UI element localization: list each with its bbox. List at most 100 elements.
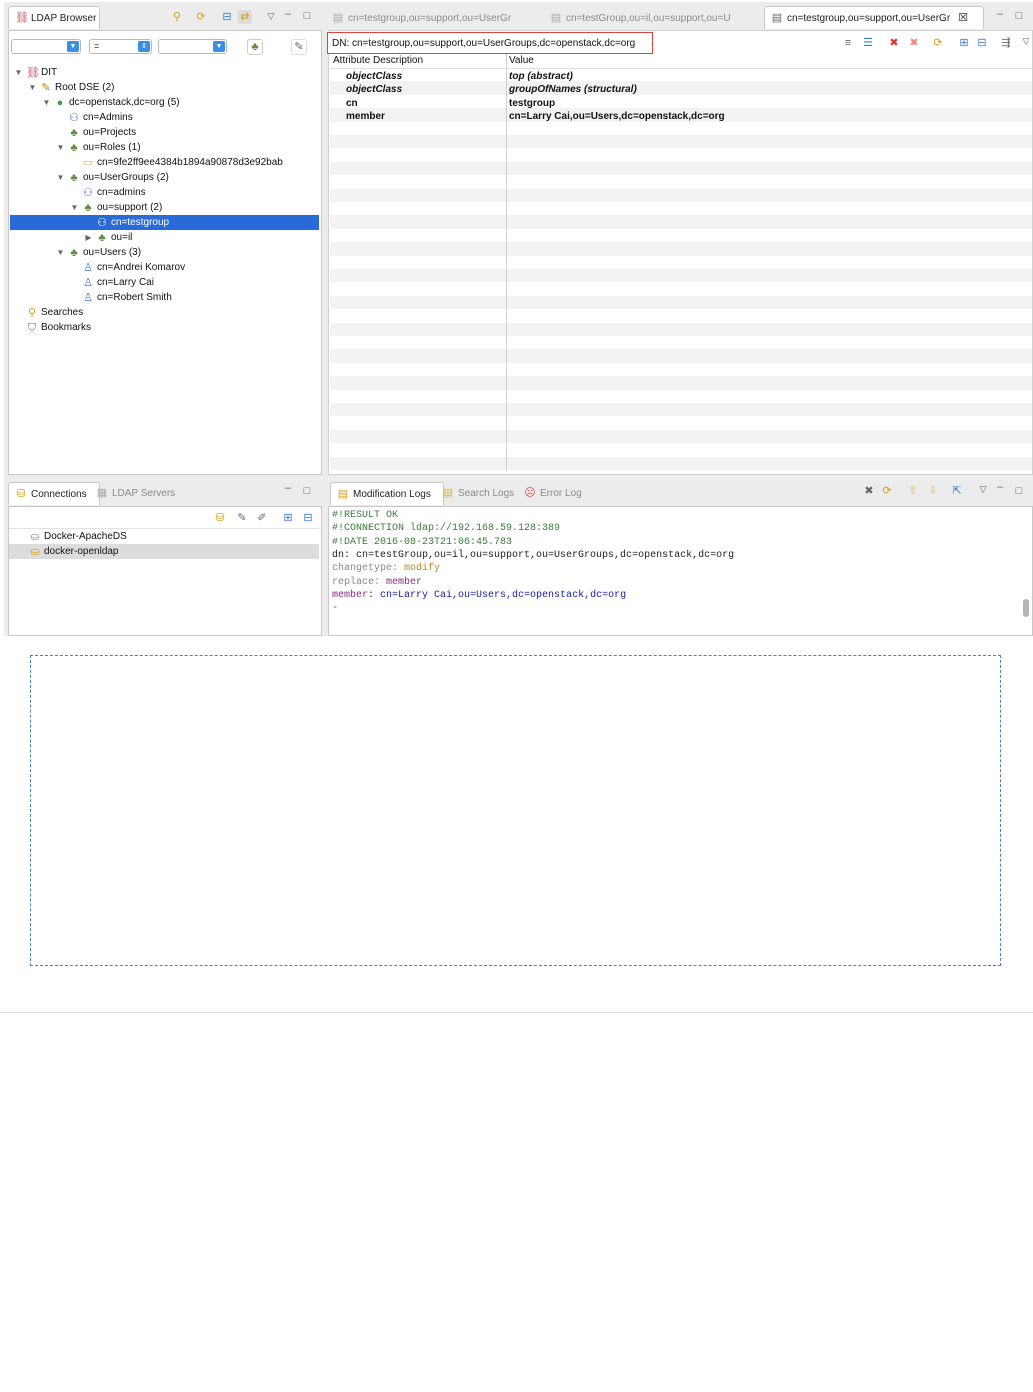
collapse-all-icon[interactable]: ⊟ [301,511,315,525]
tab-connections[interactable]: ⛁ Connections [8,482,100,505]
expanded-triangle-icon[interactable]: ▼ [14,65,23,80]
expanded-triangle-icon[interactable]: ▼ [56,170,65,185]
grid-empty-row [330,68,1032,82]
tab-modification-logs[interactable]: ▤ Modification Logs [330,482,444,505]
arrow-up-icon[interactable]: ⇧ [906,484,920,498]
editor-tab-2[interactable]: ▤ cn=testGroup,ou=il,ou=support,ou=U [550,7,731,29]
connection-item[interactable]: ⛀ Docker-ApacheDS [9,529,319,544]
close-connection-icon[interactable]: ✐ [255,511,269,525]
tree-item[interactable]: ▼ ♣ ou=support (2) [10,200,319,215]
clear-icon[interactable]: ✖ [862,484,876,498]
value-cell[interactable]: testgroup [509,98,555,109]
refresh-icon[interactable]: ⟳ [931,36,945,50]
view-menu-chevron-down-icon[interactable]: ▽ [264,9,278,23]
tree-item-label: ou=Projects [83,127,137,138]
filter-operator-select[interactable]: = ⇕ [89,39,152,54]
editor-tab-1[interactable]: ▤ cn=testgroup,ou=support,ou=UserGr [332,7,511,29]
maximize-icon[interactable]: □ [300,484,314,498]
tab-search-logs[interactable]: ▤ Search Logs [442,482,514,504]
delete-all-icon[interactable]: ✖ [907,36,921,50]
expanded-triangle-icon[interactable]: ▼ [56,245,65,260]
empty-dashed-region [30,655,1001,966]
tree-item[interactable]: ♙ cn=Robert Smith [10,290,319,305]
attribute-cell[interactable]: cn [346,98,358,109]
tree-item[interactable]: ▼ ● dc=openstack,dc=org (5) [10,95,319,110]
tree-item[interactable]: ♙ cn=Andrei Komarov [10,260,319,275]
value-cell[interactable]: top (abstract) [509,71,573,82]
tree-item[interactable]: ▼ ⛓ DIT [10,65,319,80]
column-header-value[interactable]: Value [509,55,534,66]
log-token: #!CONNECTION ldap://192.168.59.128:389 [332,523,561,535]
tree-item[interactable]: ♙ cn=Larry Cai [10,275,319,290]
searches-icon: ⚲ [27,306,37,319]
filter-icon[interactable]: ⇶ [999,36,1013,50]
tree-item[interactable]: ▼ ♣ ou=Users (3) [10,245,319,260]
show-decorated-values-icon[interactable]: ≡ [841,36,855,50]
new-value-icon[interactable]: ☰ [861,36,875,50]
expand-all-icon[interactable]: ⊞ [957,36,971,50]
connections-body: ⛁ ✎ ✐ ⊞ ⊟ ⛀ Docker-ApacheDS ⛀ docker-ope… [8,506,322,636]
log-token: modify [404,563,441,575]
minimize-icon[interactable]: – [993,480,1007,494]
grid-empty-row [330,456,1032,470]
filter-value-select[interactable]: ▼ [158,39,227,54]
maximize-icon[interactable]: □ [300,9,314,23]
delete-icon[interactable]: ✖ [887,36,901,50]
new-search-icon[interactable]: ⚲ [170,10,184,24]
open-connection-icon[interactable]: ✎ [235,511,249,525]
close-icon[interactable]: ☒ [957,12,969,24]
tab-connections-label: Connections [31,488,87,500]
expanded-triangle-icon[interactable]: ▼ [42,95,51,110]
view-menu-chevron-down-icon[interactable]: ▽ [976,482,990,496]
collapse-all-icon[interactable]: ⊟ [220,10,234,24]
apply-filter-icon[interactable]: ♣ [247,39,263,55]
editor-tab-3[interactable]: ▤ cn=testgroup,ou=support,ou=UserGr ☒ [764,6,984,29]
expanded-triangle-icon[interactable]: ▼ [56,140,65,155]
link-with-editor-icon[interactable]: ⇄ [238,10,252,24]
expand-all-icon[interactable]: ⊞ [281,511,295,525]
attribute-cell[interactable]: objectClass [346,84,402,95]
tab-error-log[interactable]: ☹ Error Log [524,482,582,504]
tree-item[interactable]: ▼ ♣ ou=UserGroups (2) [10,170,319,185]
attribute-cell[interactable]: objectClass [346,71,402,82]
refresh-icon[interactable]: ⟳ [880,484,894,498]
expanded-triangle-icon[interactable]: ▼ [70,200,79,215]
export-icon[interactable]: ⇱ [950,484,964,498]
minimize-icon[interactable]: – [281,481,295,495]
new-connection-icon[interactable]: ⛁ [213,511,227,525]
grid-empty-row [330,403,1032,417]
arrow-down-icon[interactable]: ⇩ [926,484,940,498]
column-header-attribute[interactable]: Attribute Description [333,55,423,66]
minimize-icon[interactable]: – [281,7,295,21]
collapsed-triangle-icon[interactable]: ▶ [84,230,93,245]
maximize-icon[interactable]: □ [1012,9,1026,23]
dit-icon: ⛓ [26,66,40,79]
tree-item[interactable]: ⚲ Searches [10,305,319,320]
scrollbar-thumb[interactable] [1023,599,1029,617]
refresh-icon[interactable]: ⟳ [194,10,208,24]
tree-item[interactable]: ▼ ♣ ou=Roles (1) [10,140,319,155]
tree-item[interactable]: ⚇ cn=Admins [10,110,319,125]
tab-ldap-servers[interactable]: ▦ LDAP Servers [96,482,175,504]
expanded-triangle-icon[interactable]: ▼ [28,80,37,95]
tree-item[interactable]: ▶ ♣ ou=il [10,230,319,245]
tree-item-selected[interactable]: ⚇ cn=testgroup [10,215,319,230]
attribute-cell[interactable]: member [346,111,385,122]
value-cell[interactable]: groupOfNames (structural) [509,84,637,95]
minimize-icon[interactable]: – [993,7,1007,21]
tab-error-log-label: Error Log [540,487,582,499]
tree-item[interactable]: ▼ ✎ Root DSE (2) [10,80,319,95]
tab-ldap-browser[interactable]: ⛓ LDAP Browser [8,6,100,29]
connection-item-selected[interactable]: ⛀ docker-openldap [9,544,319,559]
tree-item[interactable]: ▭ cn=9fe2ff9ee4384b1894a90878d3e92bab [10,155,319,170]
clear-filter-icon[interactable]: ✎ [291,39,307,55]
maximize-icon[interactable]: □ [1012,484,1026,498]
tree-item[interactable]: ♣ ou=Projects [10,125,319,140]
tree-item[interactable]: ⚇ cn=admins [10,185,319,200]
value-cell[interactable]: cn=Larry Cai,ou=Users,dc=openstack,dc=or… [509,111,725,122]
view-menu-chevron-down-icon[interactable]: ▽ [1019,34,1033,48]
grid-empty-row [330,429,1032,444]
tree-item[interactable]: ⛉ Bookmarks [10,320,319,335]
filter-attribute-select[interactable]: ▼ [11,39,81,54]
collapse-all-icon[interactable]: ⊟ [975,36,989,50]
